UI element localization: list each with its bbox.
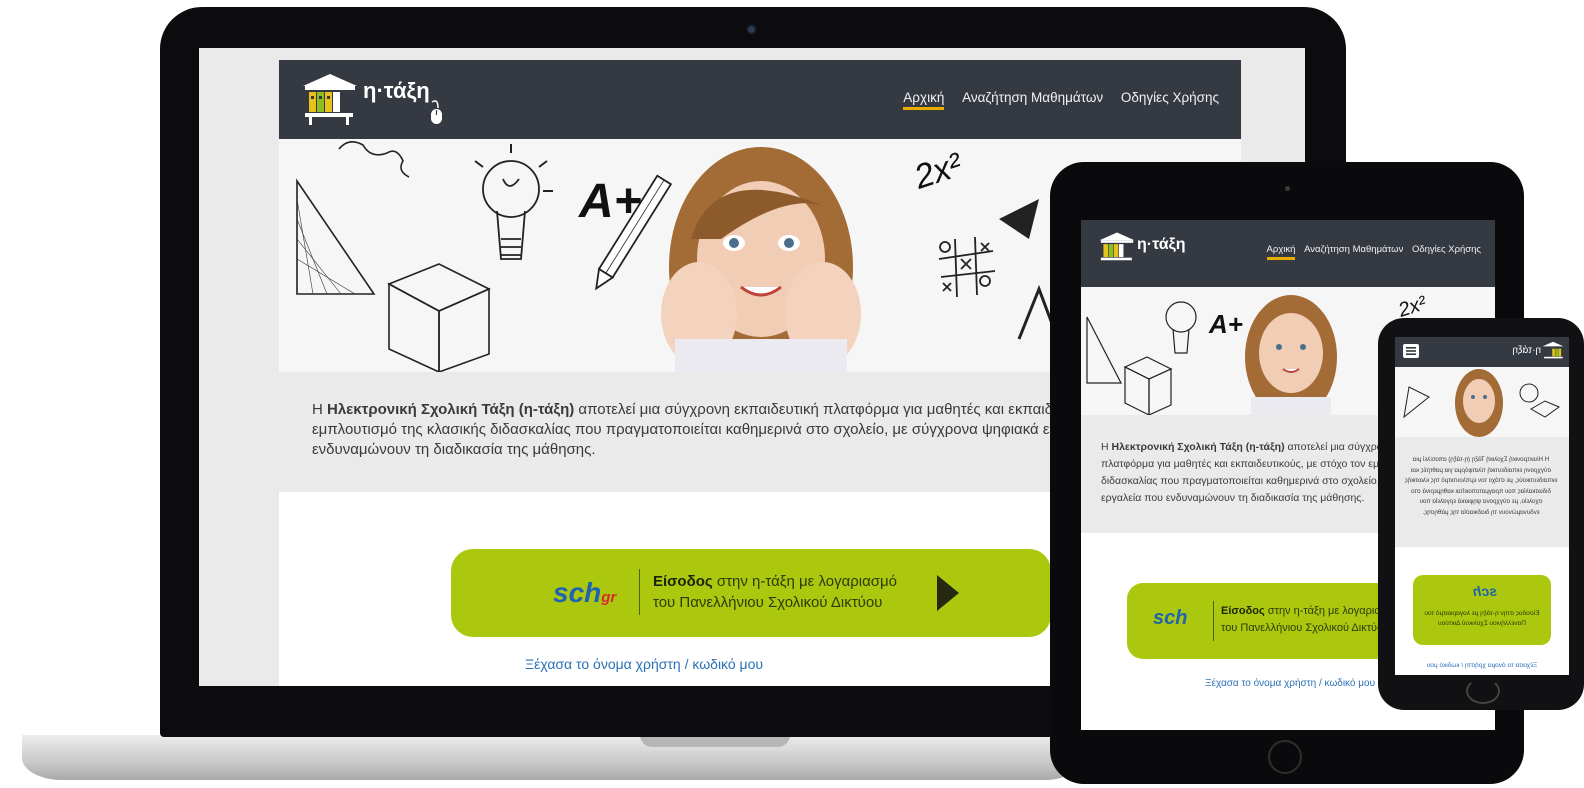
brand-name: η·τάξη (363, 78, 430, 103)
school-building-icon (303, 74, 357, 125)
tablet-home-button (1268, 740, 1302, 774)
intro-line-3: ενδυναμώνουν τη διαδικασία της μάθησης. (312, 441, 596, 458)
tablet-login-label: Είσοδος στην η-τάξη με λογαριασμό του Πα… (1221, 603, 1400, 637)
phone-intro-line: σύγχρονη εκπαιδευτική πλατφόρμα για μαθη… (1410, 466, 1552, 474)
tablet-a-plus: A+ (1208, 309, 1243, 339)
phone-screen: η·τάξη Η Ηλεκτρονική Σχολική Τάξη (η-τάξ… (1395, 337, 1569, 675)
phone-hero-illustration (1403, 369, 1561, 437)
phone-intro-line: ενδυναμώνουν τη διαδικασία της μάθησης. (1422, 508, 1540, 516)
intro-bold: Ηλεκτρονική Σχολική Τάξη (η-τάξη) (327, 401, 575, 418)
tablet-login-line2: του Πανελλήνιου Σχολικού Δικτύου (1221, 622, 1390, 634)
phone-forgot-link[interactable]: Ξέχασα το όνομα χρήστη / κωδικό μου (1395, 662, 1569, 669)
phone-header: η·τάξη (1395, 337, 1569, 367)
tablet-nav-course-search[interactable]: Αναζήτηση Μαθημάτων (1304, 244, 1403, 255)
login-label: Είσοδος στην η-τάξη με λογαριασμό του Πα… (653, 571, 897, 613)
phone-intro-line: Η Ηλεκτρονική Σχολική Τάξη (η-τάξη) αποτ… (1412, 456, 1550, 463)
phone-login-label: Είσοδος στην η-τάξη με λογαριασμό του Πα… (1417, 609, 1547, 629)
mouse-icon (430, 100, 442, 124)
hamburger-menu-icon[interactable] (1403, 344, 1419, 358)
phone-intro-text: Η Ηλεκτρονική Σχολική Τάξη (η-τάξη) αποτ… (1399, 455, 1563, 518)
tablet-forgot-link[interactable]: Ξέχασα το όνομα χρήστη / κωδικό μου (1205, 678, 1375, 689)
nav-home[interactable]: Αρχική (903, 90, 945, 110)
tablet-sch-logo: sch (1153, 607, 1188, 629)
tablet-intro-line-4: εργαλεία που ενδυναμώνουν τη διαδικασία … (1101, 492, 1365, 504)
tablet-intro-prefix: Η (1101, 441, 1112, 453)
phone-login-line2: Πανελλήνιου Σχολικού Δικτύου (1438, 620, 1526, 627)
tablet-login-bold: Είσοδος (1221, 605, 1265, 617)
laptop-base (22, 735, 1084, 780)
sch-logo-text: sch (553, 577, 602, 608)
tablet-nav: Αρχική Αναζήτηση Μαθημάτων Οδηγίες Χρήση… (1261, 244, 1481, 260)
phone-hero (1395, 367, 1569, 437)
tablet-logo-icon (1099, 232, 1135, 261)
phone-intro-line: σχολείο, με σύγχρονα ψηφιακά εργαλεία πο… (1419, 498, 1543, 505)
phone-home-button (1466, 678, 1500, 704)
login-label-bold: Είσοδος (653, 573, 713, 590)
phone-intro-line: εκπαιδευτικούς, με στόχο τον εμπλουτισμό… (1404, 477, 1558, 484)
nav-user-guide[interactable]: Οδηγίες Χρήσης (1121, 90, 1219, 105)
tablet-nav-home[interactable]: Αρχική (1266, 244, 1296, 260)
login-label-line2: του Πανελλήνιου Σχολικού Δικτύου (653, 594, 883, 611)
tablet-header: η·τάξη Αρχική Αναζήτηση Μαθημάτων Οδηγίε… (1081, 220, 1495, 287)
sch-logo: schgr (553, 577, 616, 609)
phone-brand[interactable]: η·τάξη (1512, 345, 1541, 356)
forgot-credentials-link[interactable]: Ξέχασα το όνομα χρήστη / κωδικό μου (525, 656, 763, 672)
phone-sch-login-button[interactable]: sch Είσοδος στην η-τάξη με λογαριασμό το… (1413, 575, 1551, 645)
site-header: η·τάξη Αρχική Αναζήτηση Μαθημάτων Οδηγίε… (279, 60, 1241, 139)
sch-logo-suffix: gr (601, 589, 617, 606)
phone-sch-logo: sch (1472, 583, 1497, 599)
site-logo[interactable]: η·τάξη (299, 70, 446, 126)
laptop-camera (748, 26, 755, 33)
phone-logo-icon (1542, 341, 1564, 359)
phone-login-line1: Είσοδος στην η-τάξη με λογαριασμό του (1424, 610, 1540, 617)
tablet-login-divider (1213, 601, 1214, 641)
login-divider (639, 569, 640, 615)
tablet-nav-user-guide[interactable]: Οδηγίες Χρήσης (1412, 244, 1481, 255)
intro-line-2: εμπλουτισμό της κλασικής διδασκαλίας που… (312, 421, 1132, 438)
login-label-rest: στην η-τάξη με λογαριασμό (712, 573, 898, 590)
main-nav: Αρχική Αναζήτηση Μαθημάτων Οδηγίες Χρήση… (889, 90, 1219, 110)
play-arrow-icon (937, 575, 959, 611)
nav-course-search[interactable]: Αναζήτηση Μαθημάτων (962, 90, 1103, 105)
tablet-brand[interactable]: η·τάξη (1137, 236, 1186, 254)
tablet-camera (1285, 186, 1290, 191)
sch-login-button[interactable]: schgr Είσοδος στην η-τάξη με λογαριασμό … (451, 549, 1051, 637)
intro-prefix: Η (312, 401, 327, 418)
tablet-intro-bold: Ηλεκτρονική Σχολική Τάξη (η-τάξη) (1111, 441, 1285, 453)
phone-intro-line: διδασκαλίας που πραγματοποιείται καθημερ… (1411, 487, 1551, 495)
phone-intro: Η Ηλεκτρονική Σχολική Τάξη (η-τάξη) αποτ… (1395, 437, 1569, 547)
